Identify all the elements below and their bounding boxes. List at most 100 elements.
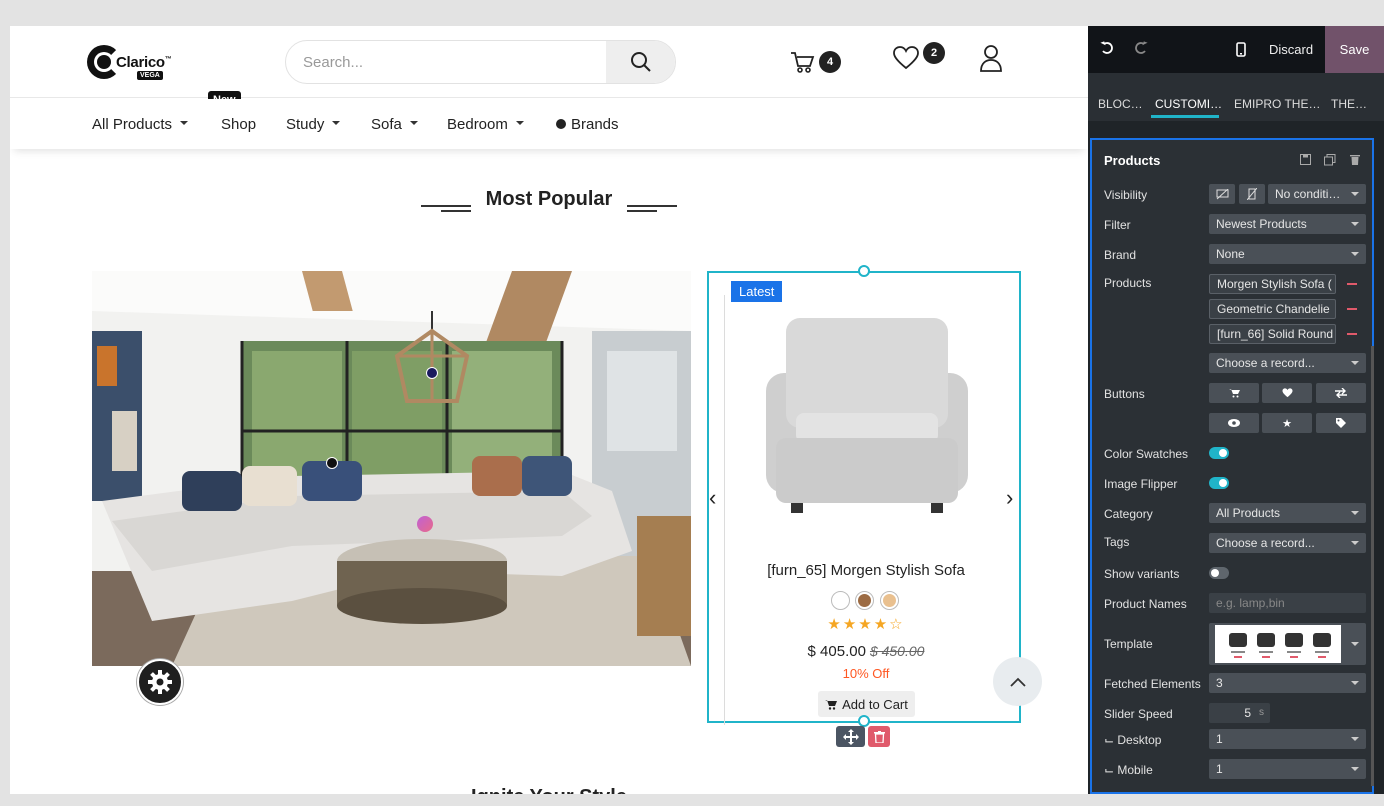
toggle-rating-button[interactable]: ★ <box>1262 413 1312 433</box>
settings-button[interactable] <box>137 659 183 705</box>
chevron-down-icon <box>515 121 524 126</box>
nav-item-brands[interactable]: Brands <box>556 116 619 133</box>
products-label: Products <box>1104 276 1152 290</box>
editor-sidebar: Discard Save BLOC… CUSTOMI… EMIPRO THE… … <box>1088 26 1384 794</box>
mobile-preview-icon[interactable] <box>1236 42 1246 57</box>
discard-button[interactable]: Discard <box>1269 42 1313 57</box>
visibility-condition-select[interactable]: No conditi… <box>1268 184 1366 204</box>
redo-icon[interactable] <box>1134 41 1148 55</box>
toggle-compare-button[interactable] <box>1316 383 1366 403</box>
toggle-cart-button[interactable] <box>1209 383 1259 403</box>
star-icon: ★ <box>1282 417 1292 430</box>
undo-icon[interactable] <box>1100 41 1114 55</box>
products-choose-record-select[interactable]: Choose a record... <box>1209 353 1366 373</box>
hotspot-chandelier[interactable] <box>426 367 438 379</box>
save-snippet-icon[interactable] <box>1300 154 1311 165</box>
cart-icon <box>825 699 838 710</box>
website-preview: Clarico™ VEGA 4 2 New All Products Shop … <box>10 26 1088 794</box>
color-swatches-toggle[interactable] <box>1209 447 1229 459</box>
color-swatch-brown[interactable] <box>855 591 874 610</box>
nav-item-sofa[interactable]: Sofa <box>371 116 418 133</box>
remove-product-2-button[interactable] <box>1347 308 1357 310</box>
account-button[interactable] <box>978 43 1004 73</box>
save-button[interactable]: Save <box>1325 26 1384 73</box>
product-chip-2: Geometric Chandelie <box>1209 299 1336 319</box>
visibility-desktop-toggle[interactable] <box>1209 184 1235 204</box>
remove-product-3-button[interactable] <box>1347 333 1357 335</box>
trash-icon[interactable] <box>1350 154 1360 165</box>
editor-tabs: BLOC… CUSTOMI… EMIPRO THE… THE… <box>1088 73 1384 121</box>
search-input[interactable] <box>286 41 607 83</box>
buttons-label: Buttons <box>1104 387 1145 401</box>
tab-emipro-theme[interactable]: EMIPRO THE… <box>1234 97 1320 111</box>
toggle-quickview-button[interactable] <box>1209 413 1259 433</box>
move-handle[interactable] <box>836 726 865 747</box>
search-button[interactable] <box>606 41 675 83</box>
fetched-elements-select[interactable]: 3 <box>1209 673 1366 693</box>
nav-item-study[interactable]: Study <box>286 116 341 133</box>
heart-icon <box>893 46 919 70</box>
product-name[interactable]: [furn_65] Morgen Stylish Sofa <box>709 562 1023 579</box>
latest-badge: Latest <box>731 281 783 302</box>
resize-handle-top[interactable] <box>858 265 870 277</box>
product-price: $ 405.00 $ 450.00 <box>807 643 925 660</box>
tab-blocks[interactable]: BLOC… <box>1098 97 1143 111</box>
image-flipper-toggle[interactable] <box>1209 477 1229 489</box>
chevron-down-icon <box>332 121 341 126</box>
hide-desktop-icon <box>1216 188 1228 199</box>
nav-item-bedroom[interactable]: Bedroom <box>447 116 524 133</box>
site-logo[interactable]: Clarico™ VEGA <box>87 45 172 81</box>
color-swatch-tan[interactable] <box>880 591 899 610</box>
template-select[interactable] <box>1209 623 1366 665</box>
toggle-wishlist-button[interactable] <box>1262 383 1312 403</box>
duplicate-icon[interactable] <box>1324 154 1336 166</box>
wishlist-button[interactable] <box>892 44 920 72</box>
editor-scrollbar[interactable] <box>1371 346 1374 786</box>
dot-icon <box>556 119 566 130</box>
filter-label: Filter <box>1104 218 1131 232</box>
tab-theme[interactable]: THE… <box>1331 97 1367 111</box>
prev-arrow[interactable]: ‹ <box>709 485 716 511</box>
category-select[interactable]: All Products <box>1209 503 1366 523</box>
product-names-input[interactable]: e.g. lamp,bin <box>1209 593 1366 613</box>
main-navigation: All Products Shop Study Sofa Bedroom Bra… <box>10 99 1088 149</box>
cart-icon <box>1228 389 1240 398</box>
show-variants-toggle[interactable] <box>1209 567 1229 579</box>
hotspot-sofa[interactable] <box>326 457 338 469</box>
logo-sub: VEGA <box>137 71 163 80</box>
category-label: Category <box>1104 507 1153 521</box>
gear-icon <box>148 670 172 694</box>
nav-item-all-products[interactable]: All Products <box>92 116 189 133</box>
cart-button[interactable] <box>788 48 816 76</box>
brand-select[interactable]: None <box>1209 244 1366 264</box>
remove-product-1-button[interactable] <box>1347 283 1357 285</box>
editor-toolbar: Discard Save <box>1088 26 1384 73</box>
mobile-items-select[interactable]: 1 <box>1209 759 1366 779</box>
nav-item-shop[interactable]: Shop <box>221 116 256 133</box>
product-names-label: Product Names <box>1104 597 1187 611</box>
tags-select[interactable]: Choose a record... <box>1209 533 1366 553</box>
slider-speed-label: Slider Speed <box>1104 707 1173 721</box>
desktop-items-select[interactable]: 1 <box>1209 729 1366 749</box>
move-icon <box>842 728 859 745</box>
visibility-mobile-toggle[interactable] <box>1239 184 1265 204</box>
color-swatch-white[interactable] <box>831 591 850 610</box>
product-image[interactable] <box>761 313 973 518</box>
next-arrow[interactable]: › <box>1006 485 1013 511</box>
fetched-elements-label: Fetched Elements <box>1104 677 1201 691</box>
scroll-to-top-button[interactable] <box>993 657 1042 706</box>
active-tab-indicator <box>1151 115 1219 118</box>
filter-select[interactable]: Newest Products <box>1209 214 1366 234</box>
toggle-label-button[interactable] <box>1316 413 1366 433</box>
tag-icon <box>1336 418 1346 428</box>
hotspot-table[interactable] <box>417 516 433 532</box>
product-slider-card[interactable]: Latest ‹ › [furn_65] Morgen Stylish Sofa… <box>707 265 1023 727</box>
delete-snippet-button[interactable] <box>868 726 890 747</box>
tab-customize[interactable]: CUSTOMI… <box>1155 97 1222 111</box>
chevron-down-icon <box>409 121 418 126</box>
logo-text: Clarico™ <box>116 54 172 71</box>
add-to-cart-button[interactable]: Add to Cart <box>818 691 915 717</box>
slider-speed-input[interactable]: 5 s <box>1209 703 1270 723</box>
living-room-image <box>92 271 691 666</box>
seconds-unit: s <box>1259 707 1264 718</box>
